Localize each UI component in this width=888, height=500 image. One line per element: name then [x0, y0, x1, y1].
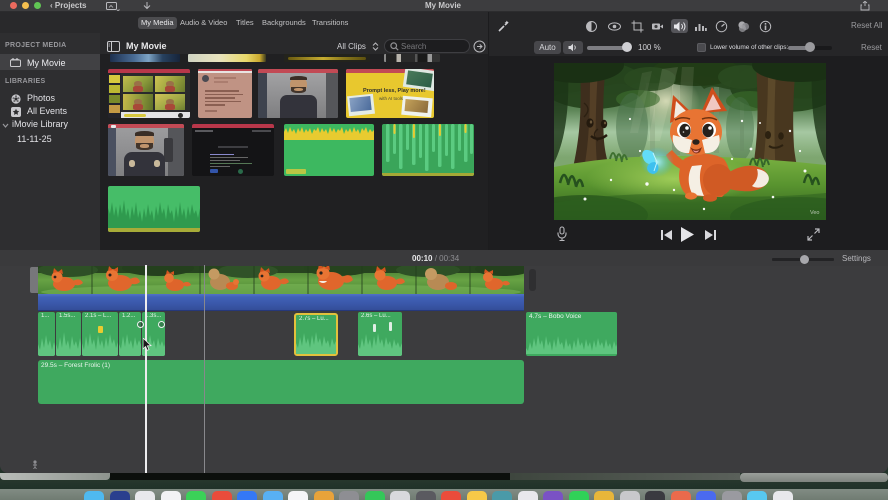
svg-text:Veo: Veo	[810, 210, 819, 216]
